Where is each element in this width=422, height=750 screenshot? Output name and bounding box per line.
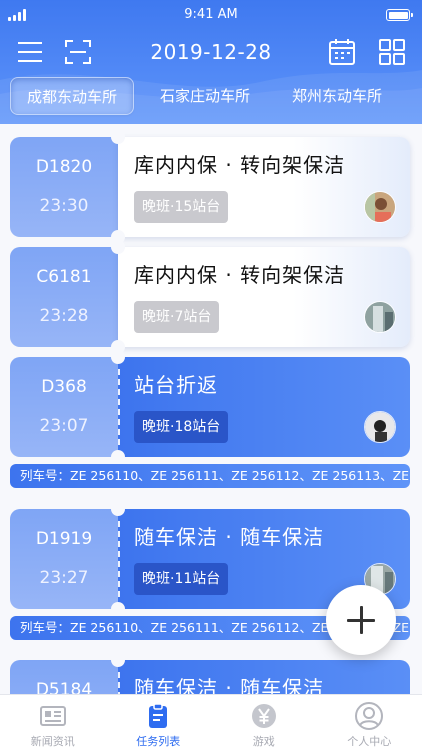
task-card-left: D368 23:07: [10, 357, 118, 457]
tab-profile[interactable]: 个人中心: [317, 695, 422, 750]
avatar[interactable]: [364, 301, 396, 333]
train-number: D368: [41, 377, 87, 397]
task-title: 库内内保 · 转向架保洁: [134, 153, 346, 177]
task-card-right: 随车保洁 · 随车保洁: [118, 660, 410, 694]
shift-badge: 晚班·11站台: [134, 563, 229, 595]
tab-label: 个人中心: [347, 735, 392, 748]
shift-badge: 晚班·7站台: [134, 301, 220, 333]
card-divider: [118, 672, 120, 694]
card-notch: [111, 602, 125, 616]
shift-badge: 晚班·18站台: [134, 411, 229, 443]
card-divider: [118, 521, 120, 597]
news-icon: [38, 701, 68, 731]
tab-news[interactable]: 新闻资讯: [0, 695, 106, 750]
card-notch: [111, 350, 125, 364]
train-number: D1919: [35, 529, 93, 549]
task-card-left: D5184: [10, 660, 118, 694]
calendar-icon[interactable]: [326, 36, 358, 68]
grid-icon[interactable]: [376, 36, 408, 68]
card-notch: [111, 450, 125, 464]
tab-games[interactable]: 游戏: [211, 695, 317, 750]
tab-chengdu-east-depot[interactable]: 成都东动车所: [10, 77, 135, 115]
add-task-button[interactable]: [326, 585, 396, 655]
shift-badge: 晚班·15站台: [134, 191, 229, 223]
task-title: 随车保洁 · 随车保洁: [134, 525, 325, 549]
task-title: 库内内保 · 转向架保洁: [134, 263, 346, 287]
task-card-right: 站台折返 晚班·18站台: [118, 357, 410, 457]
task-time: 23:30: [39, 196, 89, 216]
train-number: D5184: [35, 680, 93, 694]
train-number: C6181: [36, 267, 92, 287]
task-time: 23:07: [39, 416, 89, 436]
train-number: D1820: [35, 157, 93, 177]
tab-label: 游戏: [252, 735, 275, 748]
avatar[interactable]: [364, 191, 396, 223]
tab-shijiazhuang-depot[interactable]: 石家庄动车所: [144, 77, 266, 115]
task-list-icon: [143, 701, 173, 731]
header: 9:41 AM 2019-12-28 成都东动车所 石家庄动车所 郑州东动车所: [0, 0, 422, 124]
page-title-date: 2019-12-28: [150, 40, 272, 64]
task-card-left: D1919 23:27: [10, 509, 118, 609]
card-notch: [111, 653, 125, 667]
task-card[interactable]: D368 23:07 站台折返 晚班·18站台: [10, 350, 410, 464]
task-title: 站台折返: [134, 373, 218, 397]
card-divider: [118, 149, 120, 225]
task-time: 23:28: [39, 306, 89, 326]
task-card[interactable]: D1820 23:30 库内内保 · 转向架保洁 晚班·15站台: [10, 130, 410, 244]
tab-task-list[interactable]: 任务列表: [106, 695, 212, 750]
yen-icon: [249, 701, 279, 731]
status-time: 9:41 AM: [184, 7, 238, 22]
card-divider: [118, 259, 120, 335]
card-divider: [118, 369, 120, 445]
task-card-right: 库内内保 · 转向架保洁 晚班·7站台: [118, 247, 410, 347]
task-card-right: 库内内保 · 转向架保洁 晚班·15站台: [118, 137, 410, 237]
avatar[interactable]: [364, 411, 396, 443]
task-card[interactable]: D5184 随车保洁 · 随车保洁: [10, 653, 410, 694]
tab-label: 新闻资讯: [30, 735, 75, 748]
profile-icon: [354, 701, 384, 731]
depot-tabs: 成都东动车所 石家庄动车所 郑州东动车所: [10, 77, 398, 115]
status-bar: 9:41 AM: [0, 0, 422, 30]
plus-icon-vertical: [360, 606, 363, 634]
task-card[interactable]: C6181 23:28 库内内保 · 转向架保洁 晚班·7站台: [10, 240, 410, 354]
bottom-tab-bar: 新闻资讯 任务列表 游戏 个人中心: [0, 694, 422, 750]
card-notch: [111, 502, 125, 516]
task-card-left: C6181 23:28: [10, 247, 118, 347]
card-notch: [111, 130, 125, 144]
tab-label: 任务列表: [136, 735, 181, 748]
task-time: 23:27: [39, 568, 89, 588]
top-bar: 2019-12-28: [0, 36, 422, 72]
card-notch: [111, 240, 125, 254]
task-card-left: D1820 23:30: [10, 137, 118, 237]
task-title: 随车保洁 · 随车保洁: [134, 676, 325, 694]
battery-icon: [386, 9, 413, 21]
train-list-bar: 列车号：ZE 256110、ZE 256111、ZE 256112、ZE 256…: [10, 464, 410, 488]
tab-zhengzhou-east-depot[interactable]: 郑州东动车所: [276, 77, 398, 115]
